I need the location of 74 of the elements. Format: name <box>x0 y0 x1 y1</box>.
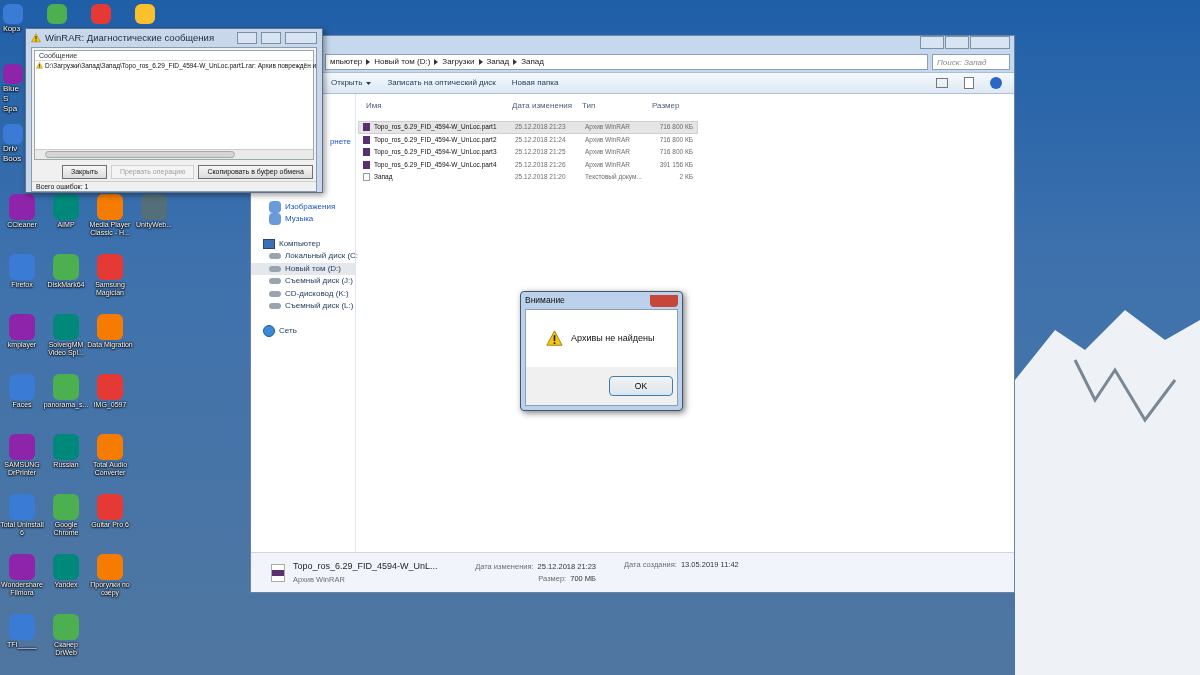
icon-label: BlueS Spa <box>3 84 20 114</box>
sidebar-link[interactable]: рнете <box>329 136 351 149</box>
caret-icon <box>366 81 372 85</box>
maximize-button[interactable] <box>261 32 281 44</box>
address-segment[interactable]: мпьютер <box>330 56 363 68</box>
minimize-button[interactable] <box>237 32 257 44</box>
chevron-icon <box>513 59 518 65</box>
toolbar-button[interactable]: Открыть <box>331 77 372 89</box>
sidebar-item[interactable]: Новый том (D:) <box>251 262 355 275</box>
close-button[interactable] <box>650 294 678 307</box>
sidebar-item[interactable]: Съемный диск (L:) <box>251 300 355 313</box>
app-icon[interactable] <box>53 374 79 400</box>
archive-file-icon <box>271 563 285 582</box>
drive-icon <box>269 253 281 260</box>
sidebar-item[interactable]: Сеть <box>251 324 355 337</box>
chevron-icon <box>366 59 371 65</box>
window-title: WinRAR: Диагностические сообщения <box>45 30 215 45</box>
toolbar-button[interactable]: Новая папка <box>511 77 559 89</box>
address-segment[interactable]: Загрузки <box>442 56 475 68</box>
library-icon <box>269 200 281 213</box>
address-bar[interactable]: мпьютер Новый том (D:) Загрузки Запад Запад <box>325 54 928 70</box>
app-icon[interactable] <box>97 434 123 460</box>
dialog-title: Внимание <box>525 294 565 307</box>
drive-icon <box>269 278 281 285</box>
app-icon[interactable] <box>53 194 79 220</box>
address-segment[interactable]: Запад <box>521 56 544 68</box>
globe-icon <box>263 324 275 337</box>
app-icon[interactable] <box>97 314 123 340</box>
view-options-icon[interactable] <box>936 78 948 88</box>
app-icon[interactable] <box>97 554 123 580</box>
sidebar-item[interactable]: CD-дисковод (K:) <box>251 287 355 300</box>
sidebar-item[interactable]: Музыка <box>251 213 355 226</box>
app-icon[interactable] <box>9 194 35 220</box>
help-icon[interactable] <box>990 77 1002 89</box>
column-header[interactable]: Имя <box>358 100 508 112</box>
app-icon[interactable] <box>97 194 123 220</box>
text-file-icon <box>363 173 370 182</box>
warning-icon <box>31 33 41 43</box>
preview-pane-icon[interactable] <box>964 77 974 89</box>
app-icon[interactable] <box>53 494 79 520</box>
column-header[interactable]: Размер <box>648 100 693 112</box>
column-header[interactable]: Дата изменения <box>508 100 578 112</box>
maximize-button[interactable] <box>945 36 969 49</box>
sidebar-item[interactable]: Компьютер <box>251 237 355 250</box>
drive-icon <box>269 290 281 297</box>
horizontal-scrollbar[interactable] <box>35 149 313 159</box>
app-icon[interactable] <box>53 254 79 280</box>
drive-icon <box>269 303 281 310</box>
chevron-icon <box>478 59 483 65</box>
app-icon[interactable] <box>135 4 155 24</box>
sidebar-item[interactable]: Изображения <box>251 200 355 213</box>
app-icon[interactable] <box>47 4 67 24</box>
app-icon[interactable] <box>53 614 79 640</box>
address-segment[interactable]: Новый том (D:) <box>374 56 431 68</box>
computer-icon <box>263 238 275 249</box>
sidebar-item[interactable]: Съемный диск (J:) <box>251 275 355 288</box>
column-header[interactable]: Тип <box>578 100 648 112</box>
library-icon <box>269 213 281 226</box>
close-button[interactable] <box>285 32 317 44</box>
icon-label: Driv Boos <box>3 144 23 164</box>
ok-button[interactable]: OK <box>609 376 673 396</box>
icon-label: Корз <box>3 24 22 34</box>
app-icon[interactable] <box>91 4 111 24</box>
close-button[interactable] <box>970 36 1010 49</box>
chevron-icon <box>434 59 439 65</box>
details-file-name: Topo_ros_6.29_FID_4594-W_UnL... <box>293 560 439 574</box>
alert-message: Архивы не найдены <box>571 331 655 345</box>
toolbar-button[interactable]: Записать на оптический диск <box>387 77 496 89</box>
warning-icon <box>36 62 43 70</box>
minimize-button[interactable] <box>920 36 944 49</box>
search-field[interactable]: Поиск: Запад <box>932 54 1010 70</box>
warning-icon <box>546 330 563 347</box>
address-segment[interactable]: Запад <box>486 56 510 68</box>
drive-icon <box>269 265 281 272</box>
